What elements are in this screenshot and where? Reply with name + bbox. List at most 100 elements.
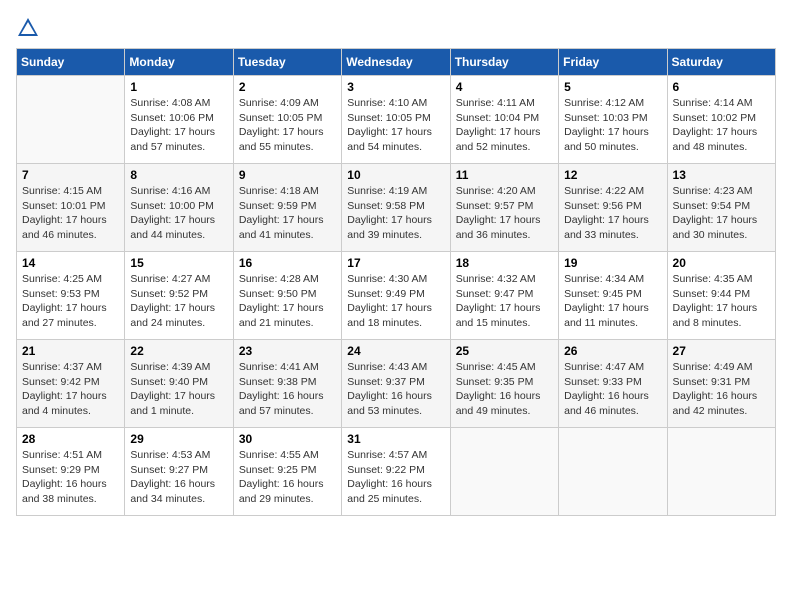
day-info: Sunrise: 4:28 AMSunset: 9:50 PMDaylight:… bbox=[239, 272, 336, 331]
day-number: 21 bbox=[22, 344, 119, 358]
day-info: Sunrise: 4:25 AMSunset: 9:53 PMDaylight:… bbox=[22, 272, 119, 331]
day-number: 25 bbox=[456, 344, 553, 358]
day-info: Sunrise: 4:34 AMSunset: 9:45 PMDaylight:… bbox=[564, 272, 661, 331]
calendar-cell: 9 Sunrise: 4:18 AMSunset: 9:59 PMDaylight… bbox=[233, 164, 341, 252]
day-number: 28 bbox=[22, 432, 119, 446]
day-number: 7 bbox=[22, 168, 119, 182]
day-number: 29 bbox=[130, 432, 227, 446]
day-of-week-header: Friday bbox=[559, 49, 667, 76]
calendar-cell: 4 Sunrise: 4:11 AMSunset: 10:04 PMDayligh… bbox=[450, 76, 558, 164]
calendar-cell: 15 Sunrise: 4:27 AMSunset: 9:52 PMDayligh… bbox=[125, 252, 233, 340]
day-number: 6 bbox=[673, 80, 770, 94]
day-info: Sunrise: 4:22 AMSunset: 9:56 PMDaylight:… bbox=[564, 184, 661, 243]
day-info: Sunrise: 4:19 AMSunset: 9:58 PMDaylight:… bbox=[347, 184, 444, 243]
calendar-cell: 17Sunrise: 4:30 AMSunset: 9:49 PMDayligh… bbox=[342, 252, 450, 340]
page-header bbox=[16, 16, 776, 40]
day-number: 4 bbox=[456, 80, 553, 94]
day-number: 1 bbox=[130, 80, 227, 94]
day-info: Sunrise: 4:37 AMSunset: 9:42 PMDaylight:… bbox=[22, 360, 119, 419]
calendar-cell: 25 Sunrise: 4:45 AMSunset: 9:35 PMDayligh… bbox=[450, 340, 558, 428]
day-number: 24 bbox=[347, 344, 444, 358]
calendar-cell: 12 Sunrise: 4:22 AMSunset: 9:56 PMDayligh… bbox=[559, 164, 667, 252]
day-info: Sunrise: 4:35 AMSunset: 9:44 PMDaylight:… bbox=[673, 272, 770, 331]
calendar-cell: 22 Sunrise: 4:39 AMSunset: 9:40 PMDayligh… bbox=[125, 340, 233, 428]
calendar-cell: 27Sunrise: 4:49 AMSunset: 9:31 PMDayligh… bbox=[667, 340, 775, 428]
calendar-cell: 11 Sunrise: 4:20 AMSunset: 9:57 PMDayligh… bbox=[450, 164, 558, 252]
day-number: 22 bbox=[130, 344, 227, 358]
day-number: 10 bbox=[347, 168, 444, 182]
day-number: 15 bbox=[130, 256, 227, 270]
day-number: 2 bbox=[239, 80, 336, 94]
day-number: 31 bbox=[347, 432, 444, 446]
day-number: 19 bbox=[564, 256, 661, 270]
calendar-week-row: 14 Sunrise: 4:25 AMSunset: 9:53 PMDayligh… bbox=[17, 252, 776, 340]
calendar-cell: 16 Sunrise: 4:28 AMSunset: 9:50 PMDayligh… bbox=[233, 252, 341, 340]
calendar-cell: 6 Sunrise: 4:14 AMSunset: 10:02 PMDayligh… bbox=[667, 76, 775, 164]
day-info: Sunrise: 4:53 AMSunset: 9:27 PMDaylight:… bbox=[130, 448, 227, 507]
calendar-cell: 5 Sunrise: 4:12 AMSunset: 10:03 PMDayligh… bbox=[559, 76, 667, 164]
calendar-cell: 14 Sunrise: 4:25 AMSunset: 9:53 PMDayligh… bbox=[17, 252, 125, 340]
day-of-week-header: Wednesday bbox=[342, 49, 450, 76]
day-number: 12 bbox=[564, 168, 661, 182]
day-info: Sunrise: 4:14 AMSunset: 10:02 PMDaylight… bbox=[673, 96, 770, 155]
calendar-week-row: 7 Sunrise: 4:15 AMSunset: 10:01 PMDayligh… bbox=[17, 164, 776, 252]
day-info: Sunrise: 4:43 AMSunset: 9:37 PMDaylight:… bbox=[347, 360, 444, 419]
day-info: Sunrise: 4:27 AMSunset: 9:52 PMDaylight:… bbox=[130, 272, 227, 331]
calendar-header-row: SundayMondayTuesdayWednesdayThursdayFrid… bbox=[17, 49, 776, 76]
calendar-cell bbox=[450, 428, 558, 516]
day-number: 3 bbox=[347, 80, 444, 94]
day-info: Sunrise: 4:57 AMSunset: 9:22 PMDaylight:… bbox=[347, 448, 444, 507]
day-info: Sunrise: 4:51 AMSunset: 9:29 PMDaylight:… bbox=[22, 448, 119, 507]
logo bbox=[16, 16, 44, 40]
day-info: Sunrise: 4:10 AMSunset: 10:05 PMDaylight… bbox=[347, 96, 444, 155]
day-info: Sunrise: 4:32 AMSunset: 9:47 PMDaylight:… bbox=[456, 272, 553, 331]
day-number: 16 bbox=[239, 256, 336, 270]
calendar-cell: 23 Sunrise: 4:41 AMSunset: 9:38 PMDayligh… bbox=[233, 340, 341, 428]
calendar-cell: 26 Sunrise: 4:47 AMSunset: 9:33 PMDayligh… bbox=[559, 340, 667, 428]
day-number: 18 bbox=[456, 256, 553, 270]
calendar-cell bbox=[17, 76, 125, 164]
calendar-week-row: 21 Sunrise: 4:37 AMSunset: 9:42 PMDayligh… bbox=[17, 340, 776, 428]
day-of-week-header: Sunday bbox=[17, 49, 125, 76]
day-info: Sunrise: 4:41 AMSunset: 9:38 PMDaylight:… bbox=[239, 360, 336, 419]
day-info: Sunrise: 4:12 AMSunset: 10:03 PMDaylight… bbox=[564, 96, 661, 155]
day-info: Sunrise: 4:23 AMSunset: 9:54 PMDaylight:… bbox=[673, 184, 770, 243]
day-of-week-header: Monday bbox=[125, 49, 233, 76]
day-of-week-header: Tuesday bbox=[233, 49, 341, 76]
day-of-week-header: Saturday bbox=[667, 49, 775, 76]
calendar-week-row: 1Sunrise: 4:08 AMSunset: 10:06 PMDayligh… bbox=[17, 76, 776, 164]
day-number: 13 bbox=[673, 168, 770, 182]
calendar-cell: 3 Sunrise: 4:10 AMSunset: 10:05 PMDayligh… bbox=[342, 76, 450, 164]
day-number: 14 bbox=[22, 256, 119, 270]
calendar-cell: 2Sunrise: 4:09 AMSunset: 10:05 PMDayligh… bbox=[233, 76, 341, 164]
day-info: Sunrise: 4:39 AMSunset: 9:40 PMDaylight:… bbox=[130, 360, 227, 419]
day-info: Sunrise: 4:47 AMSunset: 9:33 PMDaylight:… bbox=[564, 360, 661, 419]
calendar-cell: 20 Sunrise: 4:35 AMSunset: 9:44 PMDayligh… bbox=[667, 252, 775, 340]
day-number: 20 bbox=[673, 256, 770, 270]
day-number: 23 bbox=[239, 344, 336, 358]
day-info: Sunrise: 4:16 AMSunset: 10:00 PMDaylight… bbox=[130, 184, 227, 243]
calendar-week-row: 28 Sunrise: 4:51 AMSunset: 9:29 PMDayligh… bbox=[17, 428, 776, 516]
calendar-cell: 1Sunrise: 4:08 AMSunset: 10:06 PMDayligh… bbox=[125, 76, 233, 164]
day-info: Sunrise: 4:49 AMSunset: 9:31 PMDaylight:… bbox=[673, 360, 770, 419]
calendar-cell: 18 Sunrise: 4:32 AMSunset: 9:47 PMDayligh… bbox=[450, 252, 558, 340]
day-number: 5 bbox=[564, 80, 661, 94]
day-number: 11 bbox=[456, 168, 553, 182]
calendar-table: SundayMondayTuesdayWednesdayThursdayFrid… bbox=[16, 48, 776, 516]
calendar-cell: 13 Sunrise: 4:23 AMSunset: 9:54 PMDayligh… bbox=[667, 164, 775, 252]
calendar-cell: 7 Sunrise: 4:15 AMSunset: 10:01 PMDayligh… bbox=[17, 164, 125, 252]
day-info: Sunrise: 4:15 AMSunset: 10:01 PMDaylight… bbox=[22, 184, 119, 243]
calendar-cell: 28 Sunrise: 4:51 AMSunset: 9:29 PMDayligh… bbox=[17, 428, 125, 516]
day-number: 26 bbox=[564, 344, 661, 358]
day-info: Sunrise: 4:20 AMSunset: 9:57 PMDaylight:… bbox=[456, 184, 553, 243]
day-info: Sunrise: 4:11 AMSunset: 10:04 PMDaylight… bbox=[456, 96, 553, 155]
calendar-cell: 24 Sunrise: 4:43 AMSunset: 9:37 PMDayligh… bbox=[342, 340, 450, 428]
day-info: Sunrise: 4:45 AMSunset: 9:35 PMDaylight:… bbox=[456, 360, 553, 419]
day-number: 30 bbox=[239, 432, 336, 446]
day-number: 9 bbox=[239, 168, 336, 182]
day-info: Sunrise: 4:18 AMSunset: 9:59 PMDaylight:… bbox=[239, 184, 336, 243]
calendar-cell: 10 Sunrise: 4:19 AMSunset: 9:58 PMDayligh… bbox=[342, 164, 450, 252]
calendar-cell bbox=[667, 428, 775, 516]
calendar-cell: 31 Sunrise: 4:57 AMSunset: 9:22 PMDayligh… bbox=[342, 428, 450, 516]
day-info: Sunrise: 4:30 AMSunset: 9:49 PMDaylight:… bbox=[347, 272, 444, 331]
